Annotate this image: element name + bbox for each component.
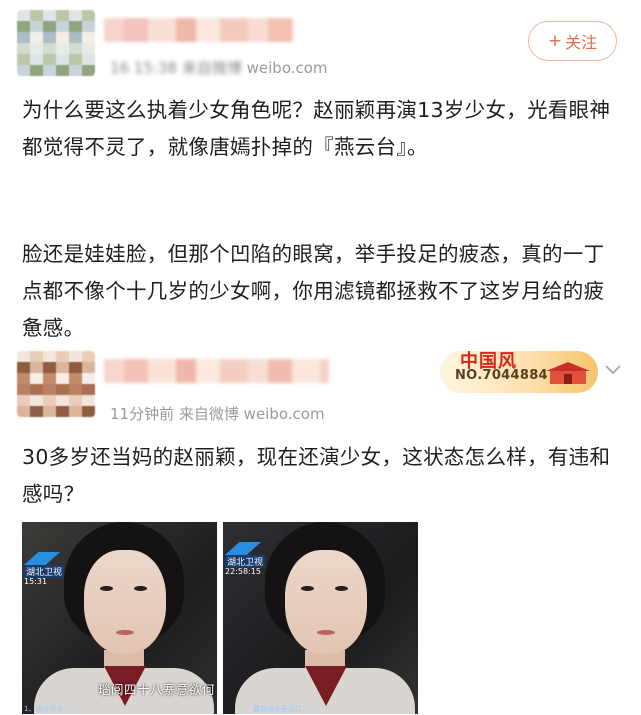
post-site: weibo.com [246,59,328,77]
post-text-paragraph-2: 脸还是娃娃脸，但那个凹陷的眼窝，举手投足的疲态，真的一丁点都不像个十几岁的少女啊… [22,242,605,340]
video-caption: 要封闭安全出口， [253,705,309,713]
post-source: 来自微博 [178,405,239,423]
plus-icon: + [547,31,563,51]
post-meta: 16 15:38 来自微博 weibo.com [110,57,328,78]
post-meta: 11分钟前 来自微博 weibo.com [110,403,325,424]
post-time-source-blurred: 16 15:38 来自微博 [110,59,242,77]
post-text: 30多岁还当妈的赵丽颖，现在还演少女，这状态怎么样，有违和感吗？ [22,445,611,506]
tv-logo: 湖北卫视 15:31 [24,552,65,586]
avatar-pixelated[interactable] [17,351,95,417]
post-image-1[interactable]: 湖北卫视 15:31 瑙阅四十八寨意欲何 1、请分享与 [22,522,217,714]
post-time: 11分钟前 [110,405,175,423]
post-site: weibo.com [243,405,325,423]
avatar-pixelated[interactable] [17,10,95,76]
follow-label: 关注 [565,33,598,52]
post-image-2[interactable]: 湖北卫视 22:58:15 要封闭安全出口， [223,522,418,714]
follow-button[interactable]: + 关注 [528,21,617,61]
tv-logo: 湖北卫视 22:58:15 [225,542,266,576]
face [285,550,367,654]
video-subtitle: 瑙阅四十八寨意欲何 [98,682,216,697]
face [84,550,166,654]
fan-badge[interactable]: 中国风 NO.7044884 [440,351,598,393]
username-blurred[interactable] [104,359,329,383]
gate-icon [546,362,590,384]
badge-number: NO.7044884 [455,368,548,383]
video-caption: 1、请分享与 [24,705,64,713]
post-text-paragraph-1: 为什么要这么执着少女角色呢？赵丽颖再演13岁少女，光看眼神都觉得不灵了，就像唐嫣… [22,98,611,159]
username-blurred[interactable] [104,18,294,42]
chevron-down-icon[interactable] [604,362,622,376]
